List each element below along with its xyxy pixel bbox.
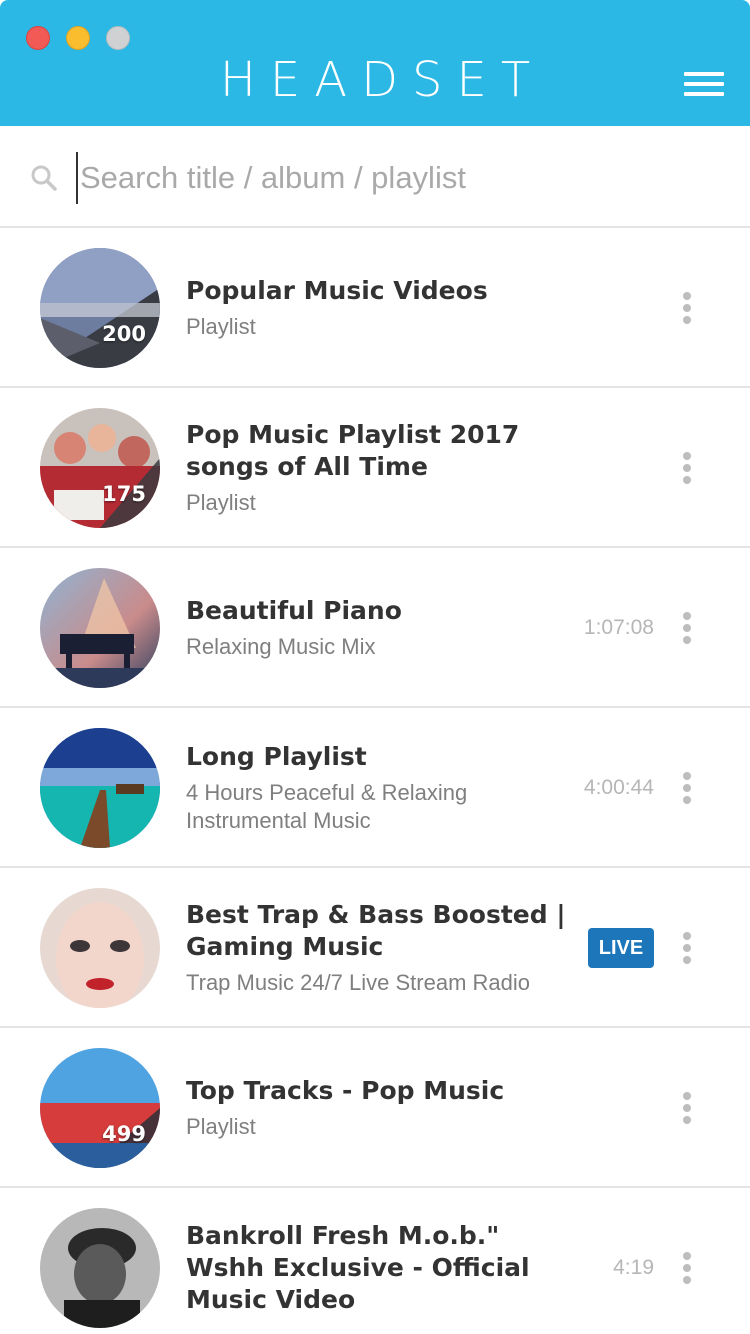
- maximize-window-button[interactable]: [106, 26, 130, 50]
- item-thumbnail: [40, 1208, 160, 1328]
- video-count: 499: [102, 1122, 146, 1146]
- more-options-icon[interactable]: [676, 290, 698, 326]
- item-subtitle: Playlist: [186, 314, 256, 339]
- item-title: Pop Music Playlist 2017 songs of All Tim…: [186, 420, 520, 481]
- item-thumbnail: [40, 568, 160, 688]
- more-options-icon[interactable]: [676, 930, 698, 966]
- more-options-icon[interactable]: [676, 610, 698, 646]
- item-title: Popular Music Videos: [186, 276, 488, 305]
- item-subtitle: 4 Hours Peaceful & Relaxing Instrumental…: [186, 780, 468, 833]
- item-subtitle: Playlist: [186, 1114, 256, 1139]
- search-input[interactable]: [76, 152, 716, 204]
- list-item[interactable]: Best Trap & Bass Boosted | Gaming Music …: [0, 868, 750, 1028]
- minimize-window-button[interactable]: [66, 26, 90, 50]
- item-thumbnail: [40, 888, 160, 1008]
- more-options-icon[interactable]: [676, 450, 698, 486]
- item-title: Bankroll Fresh M.o.b." Wshh Exclusive - …: [186, 1221, 530, 1314]
- more-options-icon[interactable]: [676, 1090, 698, 1126]
- list-item[interactable]: Long Playlist 4 Hours Peaceful & Relaxin…: [0, 708, 750, 868]
- item-duration: 1:07:08: [583, 616, 654, 639]
- item-subtitle: Playlist: [186, 490, 256, 515]
- item-duration: 4:19: [613, 1256, 654, 1279]
- item-title: Top Tracks - Pop Music: [186, 1076, 505, 1105]
- item-title: Long Playlist: [186, 742, 367, 771]
- list-item[interactable]: 499 Top Tracks - Pop Music Playlist: [0, 1028, 750, 1188]
- item-title: Beautiful Piano: [186, 596, 402, 625]
- live-badge: LIVE: [588, 928, 654, 968]
- list-item[interactable]: 200 Popular Music Videos Playlist: [0, 228, 750, 388]
- list-item[interactable]: Beautiful Piano Relaxing Music Mix 1:07:…: [0, 548, 750, 708]
- playlist-thumbnail: 200: [40, 248, 160, 368]
- media-list: 200 Popular Music Videos Playlist 175 Po…: [0, 228, 750, 1334]
- video-count: 175: [102, 482, 146, 506]
- search-icon: [31, 165, 57, 191]
- playlist-thumbnail: 175: [40, 408, 160, 528]
- item-title: Best Trap & Bass Boosted | Gaming Music: [186, 900, 566, 961]
- video-count: 200: [102, 322, 146, 346]
- item-duration: 4:00:44: [583, 776, 654, 799]
- more-options-icon[interactable]: [676, 770, 698, 806]
- app-logo: HEADSET: [219, 52, 545, 108]
- list-item[interactable]: Bankroll Fresh M.o.b." Wshh Exclusive - …: [0, 1188, 750, 1334]
- close-window-button[interactable]: [26, 26, 50, 50]
- item-thumbnail: [40, 728, 160, 848]
- item-subtitle: Trap Music 24/7 Live Stream Radio: [186, 970, 530, 995]
- list-item[interactable]: 175 Pop Music Playlist 2017 songs of All…: [0, 388, 750, 548]
- search-bar: [0, 126, 750, 228]
- title-bar: HEADSET: [0, 0, 750, 126]
- hamburger-menu-icon[interactable]: [684, 70, 724, 100]
- item-subtitle: Relaxing Music Mix: [186, 634, 376, 659]
- playlist-thumbnail: 499: [40, 1048, 160, 1168]
- more-options-icon[interactable]: [676, 1250, 698, 1286]
